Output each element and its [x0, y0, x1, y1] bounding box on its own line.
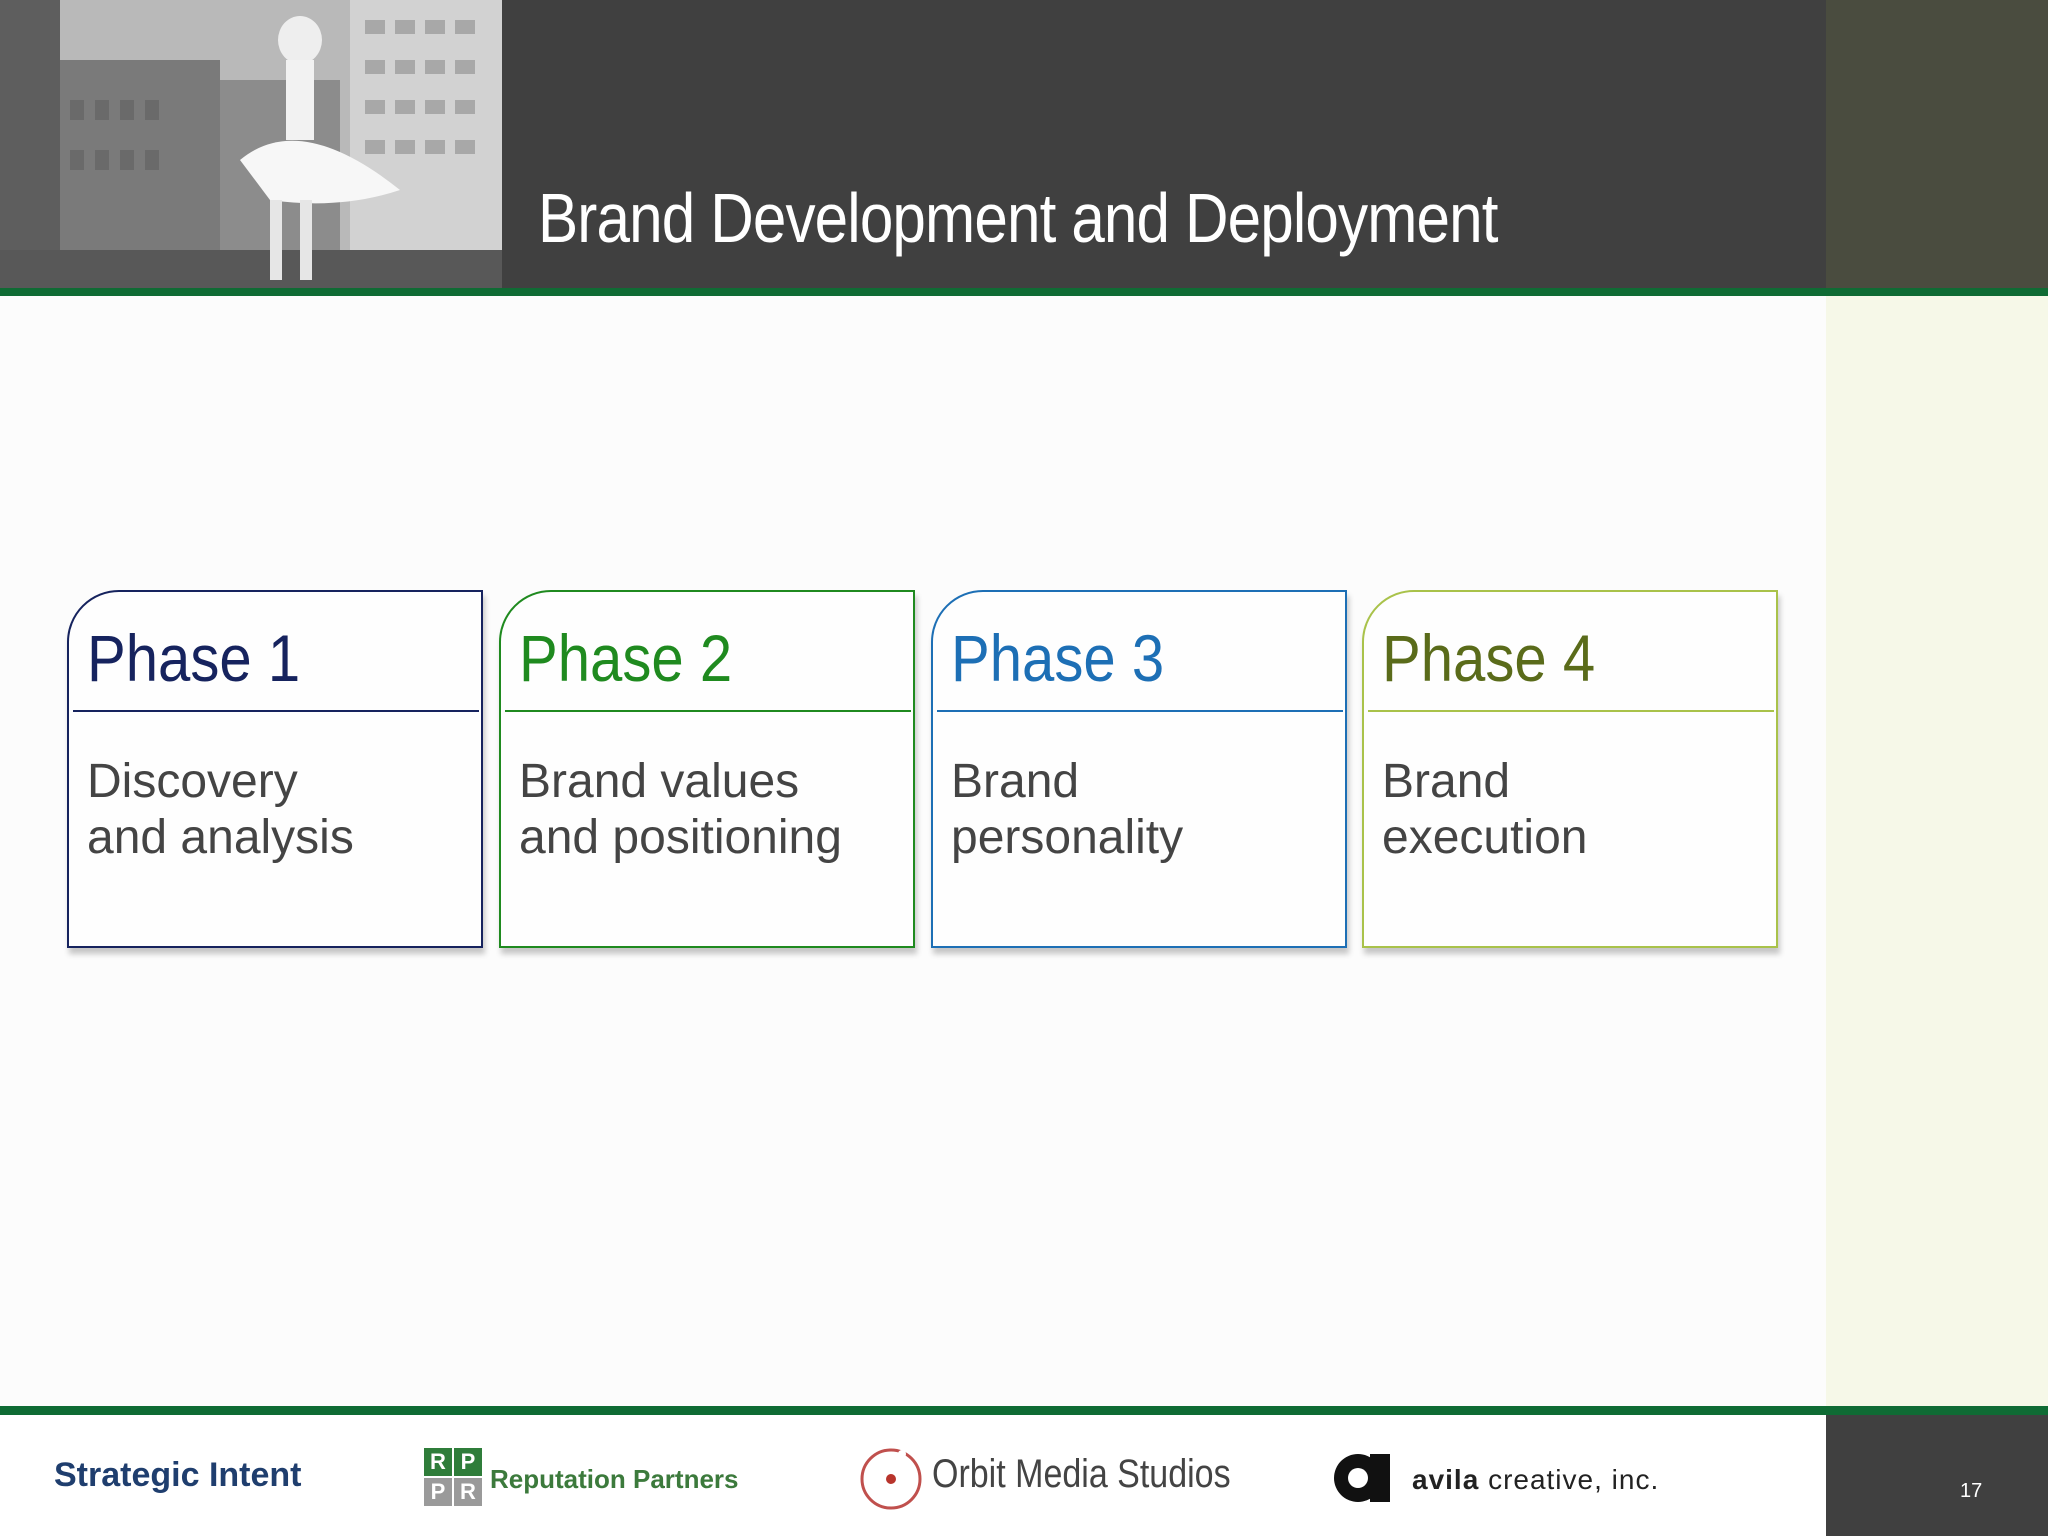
phase-description: Brand execution: [1382, 754, 1772, 866]
orbit-media-name: Orbit Media Studios: [932, 1452, 1231, 1496]
avila-a-icon: [1334, 1454, 1390, 1502]
phase-title: Phase 4: [1382, 621, 1596, 695]
strategic-intent-label: Strategic Intent: [54, 1456, 302, 1494]
orbit-icon: [860, 1448, 922, 1510]
phase-divider: [73, 710, 479, 712]
phase-divider: [1368, 710, 1774, 712]
phase-description: Brand personality: [951, 754, 1341, 866]
phase-divider: [505, 710, 911, 712]
footer-divider: [0, 1406, 2048, 1415]
slide-title: Brand Development and Deployment: [538, 179, 1499, 257]
phase-divider: [937, 710, 1343, 712]
phase-description-line: Discovery: [87, 755, 298, 808]
rp-cell: P: [454, 1448, 482, 1476]
rp-monogram: R P P R: [424, 1448, 484, 1508]
phase-description-line: Brand: [1382, 755, 1511, 808]
phase-card-1: Phase 1 Discovery and analysis: [67, 590, 483, 948]
phase-description: Brand values and positioning: [519, 754, 909, 866]
phase-description: Discovery and analysis: [87, 754, 477, 866]
avila-creative-name: avila creative, inc.: [1412, 1464, 1659, 1496]
phase-card-3: Phase 3 Brand personality: [931, 590, 1347, 948]
phase-card-4: Phase 4 Brand execution: [1362, 590, 1778, 948]
rp-cell: R: [454, 1478, 482, 1506]
phase-description-line: and analysis: [87, 811, 354, 864]
avila-suffix: creative, inc.: [1488, 1464, 1660, 1495]
avila-brand: avila: [1412, 1464, 1480, 1495]
rp-cell: R: [424, 1448, 452, 1476]
phase-card-2: Phase 2 Brand values and positioning: [499, 590, 915, 948]
reputation-partners-name: Reputation Partners: [490, 1464, 739, 1494]
phase-description-line: personality: [951, 811, 1184, 864]
side-band-top: [1826, 0, 2048, 288]
side-band: [1826, 296, 2048, 1406]
statue-photo-image: [0, 0, 502, 296]
phase-title: Phase 1: [87, 621, 301, 695]
phase-description-line: Brand values: [519, 755, 800, 808]
footer-page-band: [1826, 1415, 2048, 1536]
header-photo: [0, 0, 502, 296]
phase-description-line: Brand: [951, 755, 1080, 808]
header-divider: [0, 288, 2048, 296]
rp-cell: P: [424, 1478, 452, 1506]
phase-title: Phase 3: [951, 621, 1165, 695]
phase-title: Phase 2: [519, 621, 733, 695]
phase-description-line: and positioning: [519, 811, 842, 864]
phase-description-line: execution: [1382, 811, 1588, 864]
page-number: 17: [1960, 1480, 1983, 1502]
